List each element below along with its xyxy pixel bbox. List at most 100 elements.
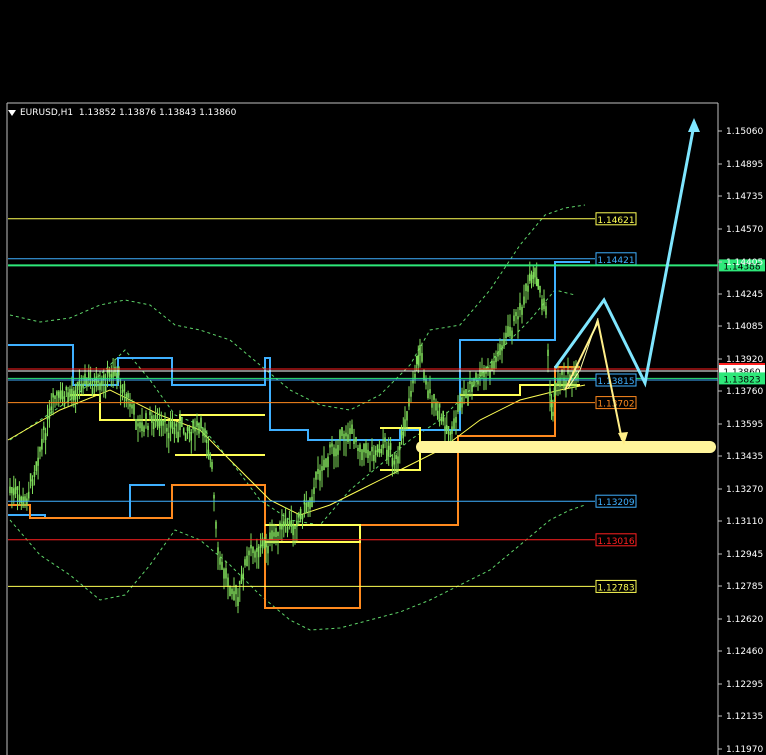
candle-body [256,548,258,552]
candle-body [537,279,540,290]
candle-body [76,381,79,391]
candle-body [207,449,210,457]
candle-body [164,418,166,422]
candle-body [292,524,294,536]
candle-body [56,391,58,396]
candle-body [561,369,563,375]
candle-body [282,521,285,527]
candle-body [284,518,287,526]
candle-body [325,458,327,468]
candle-body [535,277,538,287]
candle-body [267,545,269,554]
candle-body [317,468,319,474]
candle-body [61,390,64,399]
candle-body [305,503,307,513]
candle-body [177,431,179,443]
candle-body [171,421,174,429]
candle-body [555,382,557,387]
candle-body [339,430,341,440]
candle-body [225,568,227,579]
candle-body [257,546,260,558]
candle-body [160,419,162,426]
candle-body [133,403,135,415]
candle-body [307,501,309,507]
candle-body [188,424,191,434]
candle-body [527,285,529,292]
candle-body [389,443,392,450]
candle-body [112,371,114,378]
candle-body [129,403,131,407]
candle-body [395,455,397,459]
candle-body [391,457,394,467]
candle-body [37,457,39,466]
level-label: 1.14421 [595,252,637,266]
candle-body [404,419,406,429]
candle-body [211,462,213,469]
candle-body [175,423,177,427]
candle-body [495,357,497,363]
candle-body [421,353,423,362]
candle-body [351,424,353,434]
candle-body [265,543,267,548]
candle-body [523,296,525,305]
candle-body [240,574,243,582]
candle-body [104,386,107,391]
candle-body [9,486,11,494]
candle-body [365,443,367,454]
cyan-channel-upper [8,261,590,441]
candle-body [357,447,359,451]
price-tick-label: 1.15060 [726,127,763,137]
candle-body [229,585,231,597]
candle-body [477,379,479,385]
middle-band-line [9,289,576,526]
price-tick-label: 1.12620 [726,615,763,625]
price-tick-label: 1.14245 [726,290,763,300]
candle-body [455,416,457,423]
candle-body [154,415,157,422]
candle-body [513,315,515,322]
price-tick-label: 1.14570 [726,225,763,235]
price-tick-label: 1.12945 [726,550,763,560]
candle-body [529,273,531,281]
price-tick-label: 1.12460 [726,647,763,657]
candle-body [167,432,170,439]
candle-body [431,403,433,408]
candle-body [449,431,451,435]
candle-body [29,473,32,482]
candle-body [577,374,579,379]
candle-body [151,415,153,423]
price-tick-label: 1.12295 [726,680,763,690]
candle-body [135,419,137,430]
candle-body [402,431,404,439]
candle-body [69,388,71,398]
candle-body [221,561,223,570]
level-label-text: 1.13209 [597,498,634,508]
candle-body [553,387,556,397]
candle-body [137,423,139,427]
price-tick-label: 1.12785 [726,582,763,592]
candle-body [319,470,321,481]
candle-body [248,550,250,556]
axis-price-tag: 1.13823 [719,372,765,385]
candle-body [457,403,459,412]
price-tick-label: 1.13595 [726,420,763,430]
candle-body [127,393,129,398]
candle-body [301,514,304,520]
candle-body [303,499,306,505]
price-tick-label: 1.13270 [726,485,763,495]
candle-body [11,487,13,494]
candle-body [311,496,313,508]
candle-body [184,433,187,441]
candle-body [213,494,215,499]
yellow-level-segment [70,394,265,421]
candle-body [73,391,75,401]
candle-body [550,400,553,408]
candle-body [343,433,345,439]
candle-body [209,455,211,460]
candle-body [110,374,113,379]
level-label-text: 1.13815 [597,377,634,387]
price-chart[interactable]: 1.146211.144211.143881.138701.138601.138… [0,0,766,755]
candle-body [219,557,221,565]
candle-body [497,351,499,357]
price-tick-label: 1.12135 [726,712,763,722]
